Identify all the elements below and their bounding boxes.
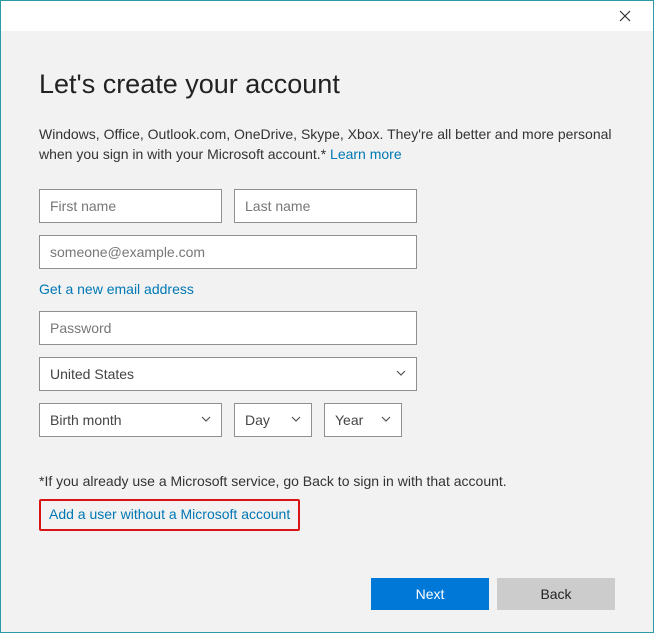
country-value: United States bbox=[50, 366, 134, 382]
close-button[interactable] bbox=[605, 2, 645, 30]
back-button[interactable]: Back bbox=[497, 578, 615, 610]
password-row: Password bbox=[39, 311, 615, 345]
highlight-annotation: Add a user without a Microsoft account bbox=[39, 499, 300, 531]
birth-row: Birth month Day Year bbox=[39, 403, 615, 437]
chevron-down-icon bbox=[396, 368, 406, 379]
email-field[interactable]: someone@example.com bbox=[39, 235, 417, 269]
page-title: Let's create your account bbox=[39, 69, 615, 100]
chevron-down-icon bbox=[291, 414, 301, 425]
learn-more-link[interactable]: Learn more bbox=[330, 146, 402, 162]
no-ms-account-link[interactable]: Add a user without a Microsoft account bbox=[49, 506, 290, 522]
chevron-down-icon bbox=[201, 414, 211, 425]
button-bar: Next Back bbox=[371, 578, 615, 610]
next-button[interactable]: Next bbox=[371, 578, 489, 610]
birth-day-value: Day bbox=[245, 412, 270, 428]
name-row: First name Last name bbox=[39, 189, 615, 223]
email-row: someone@example.com bbox=[39, 235, 615, 269]
subtext-body: Windows, Office, Outlook.com, OneDrive, … bbox=[39, 126, 612, 162]
last-name-field[interactable]: Last name bbox=[234, 189, 417, 223]
first-name-field[interactable]: First name bbox=[39, 189, 222, 223]
footnote-text: *If you already use a Microsoft service,… bbox=[39, 473, 615, 489]
birth-year-value: Year bbox=[335, 412, 363, 428]
country-select[interactable]: United States bbox=[39, 357, 417, 391]
password-field[interactable]: Password bbox=[39, 311, 417, 345]
page-subtext: Windows, Office, Outlook.com, OneDrive, … bbox=[39, 124, 615, 165]
birth-month-value: Birth month bbox=[50, 412, 122, 428]
country-row: United States bbox=[39, 357, 615, 391]
birth-day-select[interactable]: Day bbox=[234, 403, 312, 437]
birth-month-select[interactable]: Birth month bbox=[39, 403, 222, 437]
new-email-link[interactable]: Get a new email address bbox=[39, 281, 194, 297]
birth-year-select[interactable]: Year bbox=[324, 403, 402, 437]
titlebar bbox=[1, 1, 653, 31]
dialog-window: Let's create your account Windows, Offic… bbox=[0, 0, 654, 633]
new-email-row: Get a new email address bbox=[39, 281, 615, 299]
close-icon bbox=[619, 10, 631, 22]
dialog-content: Let's create your account Windows, Offic… bbox=[1, 31, 653, 632]
chevron-down-icon bbox=[381, 414, 391, 425]
